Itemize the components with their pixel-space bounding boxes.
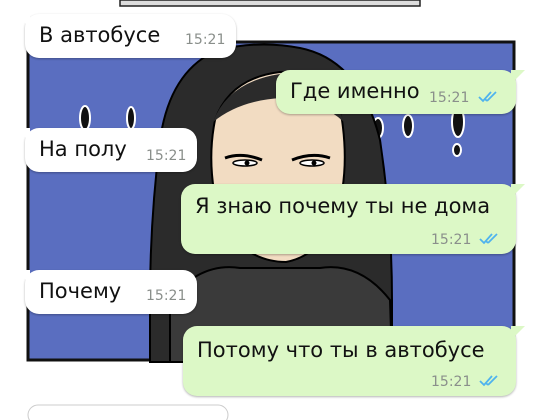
message-incoming[interactable]: Почему 15:21 bbox=[16, 270, 197, 314]
read-double-check-icon bbox=[478, 91, 497, 103]
message-outgoing[interactable]: Я знаю почему ты не дома 15:21 bbox=[181, 184, 525, 254]
message-incoming[interactable]: На полу 15:21 bbox=[16, 128, 197, 172]
message-text: В автобусе bbox=[39, 23, 161, 47]
message-time: 15:21 bbox=[185, 32, 226, 48]
message-time: 15:21 bbox=[146, 148, 187, 164]
message-text: Я знаю почему ты не дома bbox=[195, 194, 491, 218]
message-outgoing[interactable]: Где именно 15:21 bbox=[276, 70, 525, 114]
message-text: Почему bbox=[39, 279, 122, 303]
message-time: 15:21 bbox=[146, 288, 187, 304]
read-double-check-icon bbox=[479, 233, 498, 245]
message-outgoing[interactable]: Потому что ты в автобусе 15:21 bbox=[183, 326, 525, 396]
message-text: Потому что ты в автобусе bbox=[197, 338, 485, 362]
message-text: На полу bbox=[39, 137, 127, 161]
message-time: 15:21 bbox=[429, 90, 470, 106]
message-incoming[interactable]: В автобусе 15:21 bbox=[16, 14, 236, 58]
read-double-check-icon bbox=[479, 375, 498, 387]
message-time: 15:21 bbox=[431, 374, 472, 390]
message-time: 15:21 bbox=[431, 232, 472, 248]
message-text: Где именно bbox=[290, 79, 420, 103]
